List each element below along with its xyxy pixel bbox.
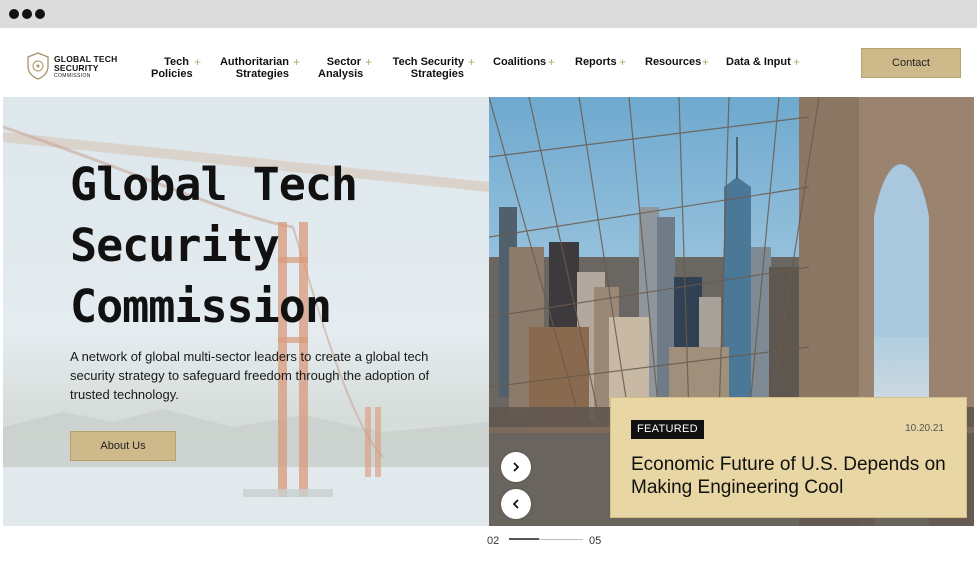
pager-current: 02 [487,535,500,547]
plus-icon: + [702,55,710,69]
featured-card[interactable]: FEATURED 10.20.21 Economic Future of U.S… [610,397,967,518]
nav-item-label: Resources [645,56,702,68]
nav-item-label: Reports [575,56,617,68]
main-nav: Tech Policies + Authoritarian Strategies… [0,56,977,86]
plus-icon: + [194,55,202,69]
contact-button[interactable]: Contact [861,48,961,78]
nav-item-label: Authoritarian Strategies [219,56,289,80]
nav-item-coalitions[interactable]: Coalitions + [493,56,555,68]
plus-icon: + [793,55,801,69]
featured-date: 10.20.21 [905,423,944,434]
plus-icon: + [293,55,301,69]
featured-badge: FEATURED [631,420,704,439]
nav-item-tech-policies[interactable]: Tech Policies + [151,56,201,80]
plus-icon: + [619,55,627,69]
nav-item-label: Coalitions [493,56,547,68]
chevron-left-icon [512,499,519,509]
nav-item-label: Sector Analysis [318,56,364,80]
featured-title[interactable]: Economic Future of U.S. Depends on Makin… [631,453,951,499]
browser-chrome [0,0,977,28]
nav-item-data-input[interactable]: Data & Input + [726,56,800,68]
nav-item-label: Data & Input [726,56,791,68]
pager-total: 05 [589,535,602,547]
plus-icon: + [548,55,556,69]
nav-item-label: Tech Policies [151,56,193,80]
nav-item-sector-analysis[interactable]: Sector Analysis + [318,56,372,80]
plus-icon: + [365,55,373,69]
nav-item-authoritarian-strategies[interactable]: Authoritarian Strategies + [218,56,300,80]
nav-item-resources[interactable]: Resources + [645,56,709,68]
window-dot-icon [22,9,32,19]
carousel-prev-button[interactable] [501,489,531,519]
window-dot-icon [35,9,45,19]
nav-item-tech-security-strategies[interactable]: Tech Security Strategies + [391,56,475,80]
carousel-next-button[interactable] [501,452,531,482]
hero-title: Global Tech Security Commission [70,158,358,333]
nav-item-label: Tech Security Strategies [392,56,464,80]
chevron-right-icon [513,462,520,472]
hero-subtitle: A network of global multi-sector leaders… [70,349,430,402]
window-dot-icon [9,9,19,19]
pager-progress [509,538,539,540]
plus-icon: + [468,55,476,69]
about-us-button[interactable]: About Us [70,431,176,461]
nav-item-reports[interactable]: Reports + [575,56,626,68]
